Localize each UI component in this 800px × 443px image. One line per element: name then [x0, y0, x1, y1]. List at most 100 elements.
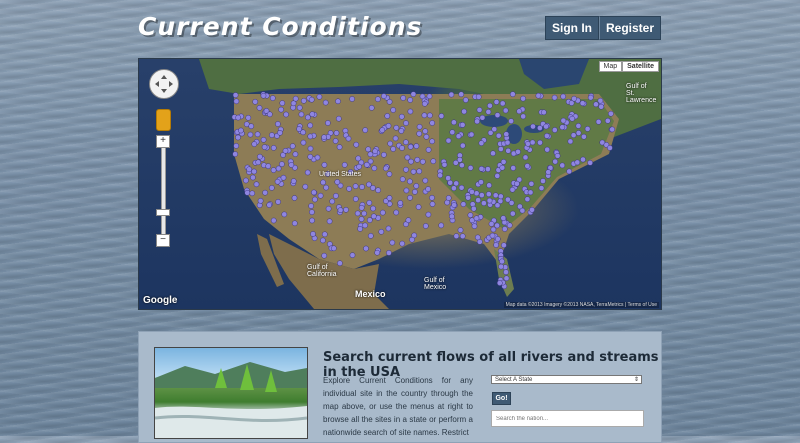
- gauge-marker[interactable]: [321, 231, 328, 238]
- gauge-marker[interactable]: [451, 202, 457, 208]
- gauge-marker[interactable]: [312, 196, 318, 203]
- gauge-marker[interactable]: [270, 145, 277, 151]
- gauge-marker[interactable]: [460, 201, 467, 208]
- gauge-marker[interactable]: [410, 91, 417, 98]
- gauge-marker[interactable]: [574, 159, 581, 166]
- gauge-marker[interactable]: [365, 146, 372, 153]
- gauge-marker[interactable]: [543, 123, 549, 130]
- gauge-marker[interactable]: [515, 148, 521, 155]
- gauge-marker[interactable]: [609, 126, 616, 133]
- gauge-marker[interactable]: [336, 144, 343, 150]
- gauge-marker[interactable]: [421, 100, 428, 107]
- gauge-marker[interactable]: [488, 221, 495, 227]
- site-title[interactable]: Current Conditions: [138, 12, 422, 41]
- gauge-marker[interactable]: [500, 215, 507, 221]
- gauge-marker[interactable]: [473, 190, 480, 197]
- gauge-marker[interactable]: [353, 141, 360, 148]
- gauge-marker[interactable]: [415, 204, 422, 210]
- gauge-marker[interactable]: [449, 213, 455, 220]
- gauge-marker[interactable]: [309, 217, 315, 224]
- gauge-marker[interactable]: [509, 186, 516, 193]
- gauge-marker[interactable]: [522, 154, 529, 161]
- gauge-marker[interactable]: [277, 129, 283, 136]
- gauge-marker[interactable]: [311, 189, 317, 196]
- gauge-marker[interactable]: [275, 165, 282, 172]
- gauge-marker[interactable]: [494, 222, 500, 229]
- gauge-marker[interactable]: [321, 162, 328, 168]
- gauge-marker[interactable]: [357, 226, 363, 232]
- gauge-marker[interactable]: [445, 175, 451, 181]
- gauge-marker[interactable]: [270, 217, 277, 224]
- gauge-marker[interactable]: [256, 105, 263, 111]
- gauge-marker[interactable]: [255, 159, 262, 166]
- gauge-marker[interactable]: [494, 173, 501, 179]
- gauge-marker[interactable]: [366, 199, 373, 206]
- gauge-marker[interactable]: [265, 163, 272, 169]
- gauge-marker[interactable]: [584, 126, 591, 132]
- gauge-marker[interactable]: [249, 190, 256, 197]
- gauge-marker[interactable]: [468, 131, 475, 138]
- gauge-marker[interactable]: [371, 165, 378, 172]
- gauge-marker[interactable]: [403, 187, 410, 194]
- gauge-marker[interactable]: [595, 118, 602, 125]
- gauge-marker[interactable]: [403, 139, 409, 146]
- gauge-marker[interactable]: [465, 194, 471, 201]
- gauge-marker[interactable]: [499, 258, 505, 265]
- gauge-marker[interactable]: [407, 143, 414, 150]
- gauge-marker[interactable]: [270, 167, 277, 173]
- gauge-marker[interactable]: [367, 233, 374, 239]
- gauge-marker[interactable]: [500, 159, 507, 165]
- gauge-marker[interactable]: [381, 93, 387, 99]
- gauge-marker[interactable]: [296, 104, 303, 111]
- gauge-marker[interactable]: [250, 174, 256, 181]
- gauge-marker[interactable]: [457, 227, 464, 233]
- gauge-marker[interactable]: [337, 207, 344, 214]
- gauge-marker[interactable]: [493, 242, 499, 248]
- gauge-marker[interactable]: [524, 196, 531, 203]
- gauge-marker[interactable]: [452, 159, 459, 166]
- gauge-marker[interactable]: [238, 127, 244, 134]
- gauge-marker[interactable]: [282, 147, 289, 154]
- gauge-marker[interactable]: [320, 179, 326, 186]
- street-view-pegman-icon[interactable]: [156, 109, 171, 131]
- gauge-marker[interactable]: [503, 275, 510, 282]
- gauge-marker[interactable]: [352, 196, 359, 202]
- gauge-marker[interactable]: [571, 95, 577, 102]
- gauge-marker[interactable]: [307, 133, 314, 140]
- gauge-marker[interactable]: [438, 222, 445, 229]
- gauge-marker[interactable]: [254, 131, 261, 138]
- gauge-marker[interactable]: [608, 110, 614, 117]
- gauge-marker[interactable]: [400, 95, 407, 101]
- gauge-marker[interactable]: [269, 95, 276, 101]
- gauge-marker[interactable]: [486, 182, 492, 189]
- gauge-marker[interactable]: [354, 210, 361, 217]
- gauge-marker[interactable]: [386, 98, 393, 105]
- gauge-marker[interactable]: [372, 148, 378, 155]
- gauge-marker[interactable]: [487, 102, 493, 109]
- gauge-marker[interactable]: [321, 134, 327, 141]
- gauge-marker[interactable]: [421, 112, 428, 119]
- gauge-marker[interactable]: [489, 232, 496, 239]
- gauge-marker[interactable]: [367, 151, 374, 158]
- gauge-marker[interactable]: [325, 120, 331, 126]
- gauge-marker[interactable]: [529, 139, 536, 146]
- gauge-marker[interactable]: [233, 143, 240, 149]
- gauge-marker[interactable]: [419, 158, 426, 165]
- gauge-marker[interactable]: [308, 203, 314, 209]
- gauge-marker[interactable]: [268, 185, 275, 191]
- gauge-marker[interactable]: [587, 159, 593, 166]
- gauge-marker[interactable]: [530, 123, 536, 130]
- gauge-marker[interactable]: [266, 202, 273, 208]
- gauge-marker[interactable]: [407, 108, 414, 115]
- gauge-marker[interactable]: [492, 192, 499, 199]
- gauge-marker[interactable]: [248, 123, 255, 130]
- gauge-marker[interactable]: [322, 99, 329, 106]
- gauge-marker[interactable]: [508, 118, 514, 124]
- gauge-marker[interactable]: [316, 93, 323, 100]
- gauge-marker[interactable]: [392, 135, 399, 142]
- zoom-slider-handle[interactable]: [156, 209, 170, 216]
- gauge-marker[interactable]: [235, 134, 241, 141]
- gauge-marker[interactable]: [314, 154, 321, 161]
- gauge-marker[interactable]: [524, 163, 531, 169]
- gauge-marker[interactable]: [308, 96, 315, 103]
